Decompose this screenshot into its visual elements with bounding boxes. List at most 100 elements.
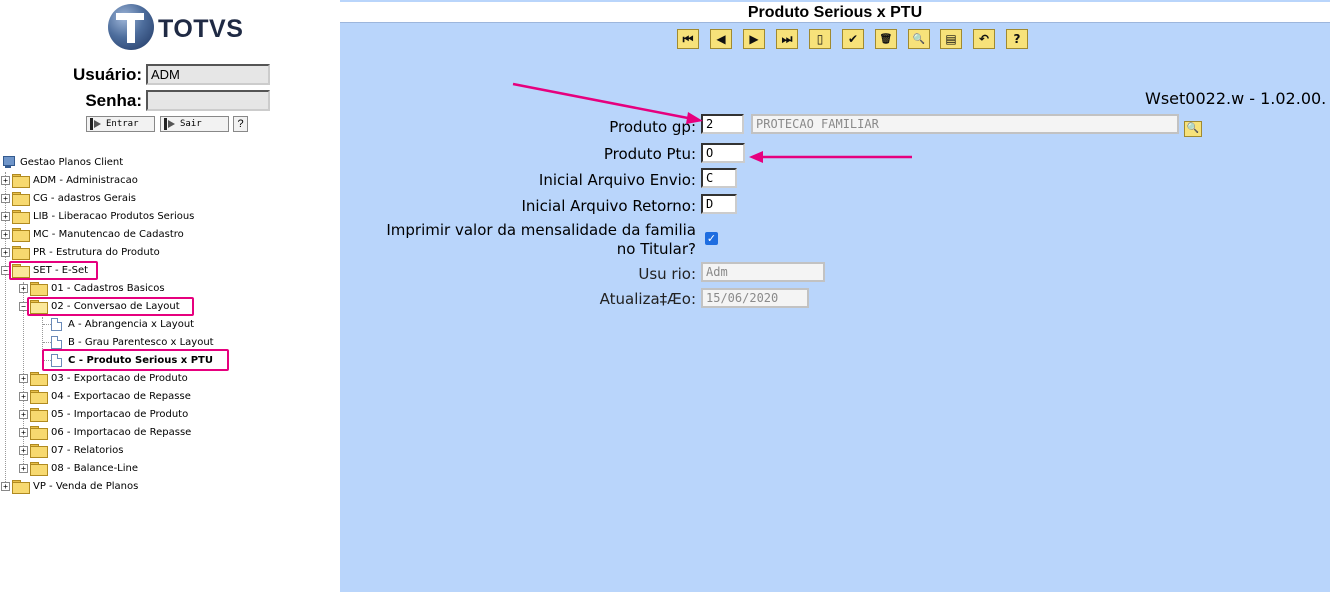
expand-icon[interactable]: + xyxy=(19,373,28,383)
user-input[interactable] xyxy=(146,64,270,85)
tree-item-vp[interactable]: + VP - Venda de Planos xyxy=(1,478,138,494)
password-label: Senha: xyxy=(85,91,142,110)
imprimir-label-line1: Imprimir valor da mensalidade da familia xyxy=(386,221,696,239)
next-icon: ▶ xyxy=(749,32,759,46)
expand-icon[interactable]: + xyxy=(1,247,10,257)
exit-button[interactable]: Sair xyxy=(160,116,229,132)
delete-button[interactable]: 🗑 xyxy=(875,29,897,49)
expand-icon[interactable]: + xyxy=(1,229,10,239)
password-input[interactable] xyxy=(146,90,270,111)
folder-icon xyxy=(30,372,48,386)
produto-gp-lookup-button[interactable]: 🔍 xyxy=(1184,121,1202,137)
expand-icon[interactable]: + xyxy=(19,463,28,473)
tree-item-lib[interactable]: + LIB - Liberacao Produtos Serious xyxy=(1,208,194,224)
save-icon: ✔ xyxy=(847,32,859,46)
folder-icon xyxy=(30,408,48,422)
tree-item-mc[interactable]: + MC - Manutencao de Cadastro xyxy=(1,226,184,242)
folder-icon xyxy=(30,390,48,404)
totvs-logo: TOTVS xyxy=(108,4,243,52)
notes-button[interactable]: ▤ xyxy=(940,29,962,49)
folder-icon xyxy=(30,426,48,440)
expand-icon[interactable]: + xyxy=(19,283,28,293)
folder-icon xyxy=(12,228,30,242)
exit-icon xyxy=(164,118,176,130)
atualizacao-label: Atualiza‡Æo: xyxy=(599,290,696,308)
search-icon: 🔍 xyxy=(1186,123,1200,134)
tree-item-set-04[interactable]: +04 - Exportacao de Repasse xyxy=(19,388,191,404)
program-version: Wset0022.w - 1.02.00. xyxy=(1145,89,1327,108)
notes-icon: ▤ xyxy=(945,32,957,46)
help-toolbar-button[interactable]: ? xyxy=(1006,29,1028,49)
globe-icon xyxy=(108,4,154,50)
search-button[interactable]: 🔍 xyxy=(908,29,930,49)
new-icon: ▯ xyxy=(816,32,824,46)
form-panel: Produto Serious x PTU ⏮ ◀ ▶ ⏭ ▯ ✔ 🗑 🔍 ▤ … xyxy=(340,0,1330,592)
folder-icon xyxy=(30,282,48,296)
inicial-retorno-input[interactable] xyxy=(701,194,737,214)
first-icon: ⏮ xyxy=(682,31,694,46)
first-record-button[interactable]: ⏮ xyxy=(677,29,699,49)
imprimir-label-line2: no Titular? xyxy=(616,240,696,258)
prev-record-button[interactable]: ◀ xyxy=(710,29,732,49)
navigation-panel: TOTVS Usuário: Senha: Entrar Sair ? Gest… xyxy=(0,0,340,592)
save-button[interactable]: ✔ xyxy=(842,29,864,49)
undo-button[interactable]: ↶ xyxy=(973,29,995,49)
expand-icon[interactable]: + xyxy=(1,193,10,203)
logo-text: TOTVS xyxy=(158,15,244,43)
produto-gp-label: Produto gp: xyxy=(609,118,696,136)
tree-item-set-06[interactable]: +06 - Importacao de Repasse xyxy=(19,424,191,440)
highlight-set xyxy=(9,261,98,280)
expand-icon[interactable]: + xyxy=(1,481,10,491)
produto-ptu-input[interactable] xyxy=(701,143,745,163)
folder-icon xyxy=(30,462,48,476)
atualizacao-field xyxy=(701,288,809,308)
usuario-field xyxy=(701,262,825,282)
tree-item-set-01[interactable]: +01 - Cadastros Basicos xyxy=(19,280,165,296)
new-record-button[interactable]: ▯ xyxy=(809,29,831,49)
enter-button[interactable]: Entrar xyxy=(86,116,155,132)
folder-icon xyxy=(12,210,30,224)
prev-icon: ◀ xyxy=(716,32,726,46)
delete-icon: 🗑 xyxy=(879,33,893,45)
user-label: Usuário: xyxy=(73,65,142,84)
produto-gp-input[interactable] xyxy=(701,114,744,134)
folder-icon xyxy=(12,480,30,494)
imprimir-checkbox[interactable]: ✓ xyxy=(705,232,718,245)
tree-item-set-03[interactable]: +03 - Exportacao de Produto xyxy=(19,370,188,386)
tree-item-pr[interactable]: + PR - Estrutura do Produto xyxy=(1,244,160,260)
help-icon: ? xyxy=(1013,32,1021,46)
form-title: Produto Serious x PTU xyxy=(747,4,923,21)
highlight-produto-ptu xyxy=(42,349,229,371)
inicial-envio-input[interactable] xyxy=(701,168,737,188)
expand-icon[interactable]: + xyxy=(1,211,10,221)
last-icon: ⏭ xyxy=(781,31,793,46)
expand-icon[interactable]: + xyxy=(19,391,28,401)
last-record-button[interactable]: ⏭ xyxy=(776,29,798,49)
tree-item-layout-a[interactable]: A - Abrangencia x Layout xyxy=(51,316,194,332)
folder-icon xyxy=(12,174,30,188)
undo-icon: ↶ xyxy=(978,32,990,46)
expand-icon[interactable]: + xyxy=(1,175,10,185)
inicial-retorno-label: Inicial Arquivo Retorno: xyxy=(521,197,697,215)
document-icon xyxy=(51,335,62,349)
next-record-button[interactable]: ▶ xyxy=(743,29,765,49)
produto-ptu-label: Produto Ptu: xyxy=(603,145,696,163)
document-icon xyxy=(51,317,62,331)
tree-item-adm[interactable]: + ADM - Administracao xyxy=(1,172,138,188)
produto-gp-description xyxy=(751,114,1179,134)
inicial-envio-label: Inicial Arquivo Envio: xyxy=(538,171,696,189)
tree-item-layout-b[interactable]: B - Grau Parentesco x Layout xyxy=(51,334,214,350)
enter-icon xyxy=(90,118,102,130)
expand-icon[interactable]: + xyxy=(19,445,28,455)
tree-root[interactable]: Gestao Planos Client xyxy=(2,154,123,170)
expand-icon[interactable]: + xyxy=(19,409,28,419)
expand-icon[interactable]: + xyxy=(19,427,28,437)
tree-item-cg[interactable]: + CG - adastros Gerais xyxy=(1,190,136,206)
folder-icon xyxy=(30,444,48,458)
help-button[interactable]: ? xyxy=(233,116,248,132)
tree-item-set-08[interactable]: +08 - Balance-Line xyxy=(19,460,138,476)
highlight-conversao xyxy=(27,297,194,316)
search-icon: 🔍 xyxy=(912,33,926,45)
tree-item-set-05[interactable]: +05 - Importacao de Produto xyxy=(19,406,188,422)
tree-item-set-07[interactable]: +07 - Relatorios xyxy=(19,442,124,458)
